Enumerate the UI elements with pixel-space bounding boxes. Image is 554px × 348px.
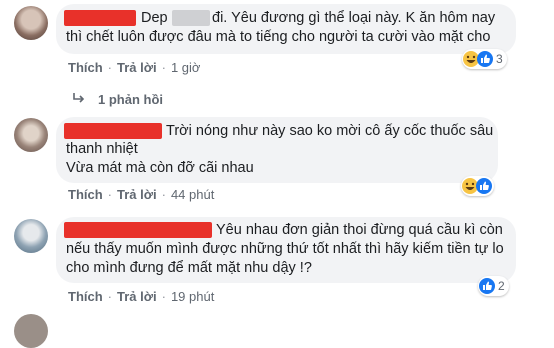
redacted-name[interactable]	[64, 10, 136, 26]
view-replies-link[interactable]: 1 phản hồi	[72, 92, 163, 107]
like-link[interactable]: Thích	[68, 60, 103, 75]
timestamp[interactable]: 1 giờ	[171, 60, 201, 75]
like-icon	[476, 178, 492, 194]
like-link[interactable]: Thích	[68, 289, 103, 304]
reaction-summary[interactable]: 2	[478, 276, 509, 296]
reply-arrow-icon	[72, 92, 86, 107]
redacted-name[interactable]	[64, 123, 162, 139]
comment-text-line: nếu thấy muốn mình được những thứ tốt nh…	[66, 241, 504, 257]
avatar[interactable]	[14, 118, 48, 152]
timestamp[interactable]: 19 phút	[171, 289, 214, 304]
comment-text-line: Dep	[141, 10, 168, 26]
comment-text-line: thì chết luôn được đâu mà to tiếng cho n…	[66, 29, 491, 45]
like-icon	[477, 51, 493, 67]
reaction-summary[interactable]	[461, 176, 494, 196]
avatar[interactable]	[14, 6, 48, 40]
redacted-name[interactable]	[64, 222, 212, 238]
reaction-summary[interactable]: 3	[462, 49, 507, 69]
reaction-count: 2	[498, 279, 505, 293]
avatar[interactable]	[14, 314, 48, 348]
comment-actions: Thích · Trả lời · 1 giờ	[68, 60, 201, 75]
reaction-count: 3	[496, 52, 503, 66]
replies-count-label: 1 phản hồi	[98, 92, 163, 107]
comment-text-line: thanh nhiệt	[66, 141, 138, 157]
reply-link[interactable]: Trả lời	[117, 289, 157, 304]
comment-text-line: Vừa mát mà còn đỡ cãi nhau	[66, 160, 254, 176]
comment-text-line: Yêu nhau đơn giản thoi đừng quá cầu kì c…	[216, 222, 503, 238]
reply-link[interactable]: Trả lời	[117, 60, 157, 75]
avatar[interactable]	[14, 219, 48, 253]
comment-actions: Thích · Trả lời · 19 phút	[68, 289, 215, 304]
like-icon	[479, 278, 495, 294]
comment-text-line: đi. Yêu đương gì thể loại này. K ăn hôm …	[212, 10, 496, 26]
reply-link[interactable]: Trả lời	[117, 187, 157, 202]
timestamp[interactable]: 44 phút	[171, 187, 214, 202]
like-link[interactable]: Thích	[68, 187, 103, 202]
comment-text-line: Trời nóng như này sao ko mời cô ấy cốc t…	[166, 123, 494, 139]
comment-text-line: cho mình đưng để mất mặt nhu dậy !?	[66, 260, 312, 276]
comment-actions: Thích · Trả lời · 44 phút	[68, 187, 215, 202]
redacted-word	[172, 10, 210, 26]
